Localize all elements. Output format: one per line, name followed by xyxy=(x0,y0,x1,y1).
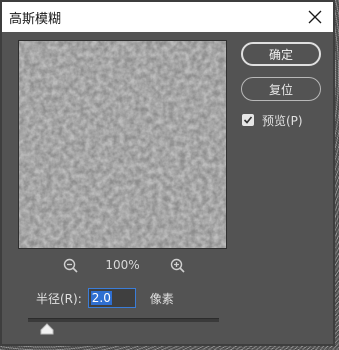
zoom-in-button[interactable] xyxy=(169,257,187,275)
dialog-title: 高斯模糊 xyxy=(9,12,62,27)
preview-checkbox-label: 预览(P) xyxy=(262,113,303,128)
title-bar: 高斯模糊 xyxy=(2,2,333,32)
slider-thumb-icon xyxy=(40,323,54,335)
radius-value: 2.0 xyxy=(90,291,112,305)
close-icon xyxy=(308,10,322,24)
radius-row: 半径(R): 2.0 像素 xyxy=(36,287,174,309)
reset-button[interactable]: 复位 xyxy=(241,77,321,101)
gaussian-blur-dialog: 高斯模糊 100% 确定 复位 预览(P) 半径(R): 2.0 像素 xyxy=(0,0,335,346)
ok-button[interactable]: 确定 xyxy=(241,42,321,66)
close-button[interactable] xyxy=(297,2,333,32)
radius-unit: 像素 xyxy=(149,291,174,306)
radius-slider-track[interactable] xyxy=(28,318,219,322)
preview-noise-image xyxy=(19,41,226,248)
checkmark-icon xyxy=(243,116,253,124)
zoom-in-icon xyxy=(170,258,185,273)
radius-label: 半径(R): xyxy=(36,291,82,306)
preview-checkbox[interactable] xyxy=(242,114,254,126)
zoom-controls: 100% xyxy=(18,255,227,277)
zoom-level: 100% xyxy=(105,258,140,272)
blur-preview[interactable] xyxy=(18,40,227,249)
radius-slider-thumb[interactable] xyxy=(40,320,54,335)
preview-toggle[interactable]: 预览(P) xyxy=(242,112,303,128)
radius-input[interactable]: 2.0 xyxy=(87,288,136,308)
